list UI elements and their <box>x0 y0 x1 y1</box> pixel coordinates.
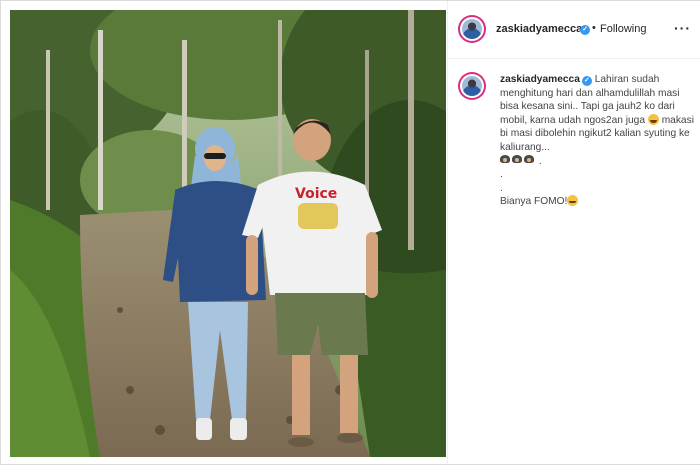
grinning-sweat-emoji-icon <box>567 195 579 207</box>
verified-badge-icon: ✓ <box>580 25 590 35</box>
more-horizontal-icon[interactable]: ··· <box>674 20 691 36</box>
verified-badge-icon: ✓ <box>581 76 592 86</box>
post-header: zaskiadyamecca ✓ • Following ··· <box>448 1 700 59</box>
author-username[interactable]: zaskiadyamecca <box>496 23 582 35</box>
post-sidebar: zaskiadyamecca ✓ • Following ··· zaskiad… <box>447 1 700 464</box>
author-avatar[interactable] <box>458 15 486 43</box>
instagram-post: Voice zaskiadyamecca ✓ • Following ··· z… <box>0 0 700 465</box>
caption-avatar[interactable] <box>458 72 486 100</box>
rolling-laughing-emoji-icon <box>647 113 659 125</box>
caption-emoji-row: . <box>500 154 696 169</box>
following-button[interactable]: Following <box>600 23 646 35</box>
header-separator: • <box>592 22 596 34</box>
caption-username[interactable]: zaskiadyamecca <box>500 74 580 85</box>
caption-dot-line: . <box>500 169 503 181</box>
woman-hijab-emoji-icon <box>524 154 534 166</box>
caption-dot-line: . <box>500 182 503 194</box>
couple-walking-forest-photo: Voice <box>10 10 446 457</box>
woman-hijab-emoji-icon <box>512 154 522 166</box>
woman-hijab-emoji-icon <box>500 154 510 166</box>
post-photo[interactable]: Voice <box>10 10 446 457</box>
caption-closing: Bianya FOMO! <box>500 195 696 209</box>
shirt-print: Voice <box>295 186 337 202</box>
post-caption: zaskiadyamecca ✓ Lahiran sudah menghitung… <box>500 73 696 209</box>
